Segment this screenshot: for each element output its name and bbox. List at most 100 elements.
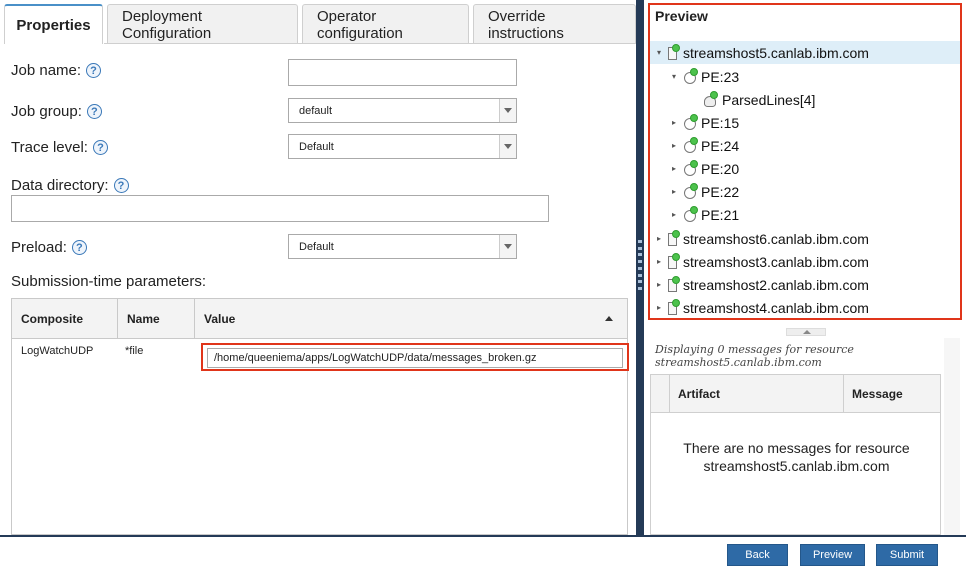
- footer-bar: Back Preview Submit: [0, 537, 966, 570]
- pe-status-icon: [683, 206, 700, 223]
- host-status-icon: [667, 44, 681, 61]
- tree-expander-icon[interactable]: ▸: [669, 187, 679, 196]
- tree-item-label: streamshost6.canlab.ibm.com: [683, 230, 869, 247]
- help-icon[interactable]: ?: [92, 140, 108, 155]
- help-icon[interactable]: ?: [71, 240, 87, 255]
- trace-level-label: Trace level: ?: [11, 139, 108, 156]
- data-directory-label: Data directory: ?: [11, 177, 129, 194]
- trace-level-select[interactable]: Default: [288, 134, 517, 159]
- help-icon[interactable]: ?: [86, 104, 102, 119]
- vertical-splitter[interactable]: [636, 0, 644, 535]
- tree-item-label: PE:15: [701, 114, 740, 131]
- tab-properties[interactable]: Properties: [4, 4, 103, 44]
- tree-expander-icon[interactable]: ▾: [669, 72, 679, 81]
- column-header-name[interactable]: Name: [118, 299, 195, 338]
- pe-status-icon: [683, 160, 700, 177]
- preload-select[interactable]: Default: [288, 234, 517, 259]
- name-cell: *file: [125, 345, 144, 357]
- submission-params-title: Submission-time parameters:: [11, 273, 207, 290]
- column-header-message[interactable]: Message: [844, 375, 940, 412]
- composite-cell: LogWatchUDP: [21, 345, 94, 357]
- host-status-icon: [667, 230, 681, 247]
- tree-item-pe[interactable]: ▸ PE:15: [650, 111, 960, 134]
- tree-item-label: PE:20: [701, 160, 740, 177]
- pe-status-icon: [683, 183, 700, 200]
- chevron-down-icon[interactable]: [499, 99, 516, 122]
- submission-params-table: Composite Name Value LogWatchUDP *file /…: [11, 298, 629, 535]
- job-group-text: Job group:: [11, 103, 82, 120]
- scrollbar[interactable]: [944, 338, 960, 535]
- tab-bar: Properties Deployment Configuration Oper…: [4, 4, 636, 44]
- chevron-down-icon[interactable]: [499, 135, 516, 158]
- tree-item-host[interactable]: ▸ streamshost3.canlab.ibm.com: [650, 250, 960, 273]
- column-header-value-text: Value: [204, 311, 236, 326]
- tree-item-label: ParsedLines[4]: [722, 91, 816, 108]
- trace-level-value: Default: [299, 140, 334, 153]
- grip-handle-icon[interactable]: [637, 240, 643, 290]
- empty-state-text: There are no messages for resource strea…: [683, 440, 910, 474]
- trace-level-text: Trace level:: [11, 139, 88, 156]
- job-properties-panel: Properties Deployment Configuration Oper…: [0, 0, 636, 535]
- column-header-composite[interactable]: Composite: [12, 299, 118, 338]
- column-header-artifact[interactable]: Artifact: [669, 375, 844, 412]
- preview-button[interactable]: Preview: [800, 544, 865, 566]
- tree-expander-icon[interactable]: ▸: [654, 234, 664, 243]
- preload-label: Preload: ?: [11, 239, 87, 256]
- tree-item-host[interactable]: ▾ streamshost5.canlab.ibm.com: [650, 41, 960, 64]
- sort-ascending-icon[interactable]: [605, 316, 613, 321]
- tree-item-label: PE:23: [701, 68, 740, 85]
- tree-item-label: streamshost4.canlab.ibm.com: [683, 299, 869, 316]
- pe-status-icon: [683, 68, 700, 85]
- tree-expander-icon[interactable]: ▾: [654, 48, 664, 57]
- tree-item-pe[interactable]: ▸ PE:24: [650, 134, 960, 157]
- data-directory-text: Data directory:: [11, 177, 109, 194]
- tree-expander-icon[interactable]: ▸: [669, 210, 679, 219]
- tree-item-host[interactable]: ▸ streamshost6.canlab.ibm.com: [650, 227, 960, 250]
- tree-item-label: streamshost5.canlab.ibm.com: [683, 44, 869, 61]
- messages-table: Artifact Message There are no messages f…: [650, 374, 941, 535]
- chevron-down-icon[interactable]: [499, 235, 516, 258]
- tree-expander-icon[interactable]: ▸: [654, 280, 664, 289]
- tab-operator-configuration[interactable]: Operator configuration: [302, 4, 469, 44]
- job-name-input[interactable]: [288, 59, 517, 86]
- preview-title: Preview: [655, 8, 708, 24]
- tab-deployment-configuration[interactable]: Deployment Configuration: [107, 4, 298, 44]
- submit-button[interactable]: Submit: [876, 544, 938, 566]
- preload-text: Preload:: [11, 239, 67, 256]
- tree-item-operator[interactable]: ParsedLines[4]: [650, 88, 960, 111]
- pe-status-icon: [683, 137, 700, 154]
- tree-item-pe[interactable]: ▸ PE:20: [650, 157, 960, 180]
- file-value-input[interactable]: /home/queeniema/apps/LogWatchUDP/data/me…: [207, 348, 623, 368]
- job-group-select[interactable]: default: [288, 98, 517, 123]
- collapse-handle[interactable]: [786, 328, 826, 336]
- tree-item-host[interactable]: ▸ streamshost4.canlab.ibm.com: [650, 296, 960, 318]
- tree-item-pe[interactable]: ▸ PE:22: [650, 180, 960, 203]
- tree-item-pe[interactable]: ▾ PE:23: [650, 65, 960, 88]
- tree-item-label: PE:21: [701, 206, 740, 223]
- help-icon[interactable]: ?: [86, 63, 102, 78]
- host-status-icon: [667, 276, 681, 293]
- job-group-label: Job group: ?: [11, 103, 102, 120]
- tree-item-host[interactable]: ▸ streamshost2.canlab.ibm.com: [650, 273, 960, 296]
- host-status-icon: [667, 253, 681, 270]
- tree-expander-icon[interactable]: ▸: [654, 257, 664, 266]
- job-group-value: default: [299, 104, 333, 117]
- tree-expander-icon[interactable]: ▸: [669, 118, 679, 127]
- job-name-label: Job name: ?: [11, 62, 102, 79]
- data-directory-input[interactable]: [11, 195, 549, 222]
- tree-item-label: PE:24: [701, 137, 740, 154]
- tree-expander-icon[interactable]: ▸: [669, 141, 679, 150]
- help-icon[interactable]: ?: [113, 178, 129, 193]
- table-header: Artifact Message: [651, 375, 940, 413]
- tree-expander-icon[interactable]: ▸: [669, 164, 679, 173]
- tab-override-instructions[interactable]: Override instructions: [473, 4, 636, 44]
- messages-panel: Displaying 0 messages for resource strea…: [650, 338, 962, 535]
- column-header-value[interactable]: Value: [195, 299, 627, 338]
- back-button[interactable]: Back: [727, 544, 788, 566]
- tree-expander-icon[interactable]: ▸: [654, 303, 664, 312]
- tree-item-label: PE:22: [701, 183, 740, 200]
- tree-item-label: streamshost2.canlab.ibm.com: [683, 276, 869, 293]
- table-header: Composite Name Value: [12, 299, 627, 339]
- messages-caption: Displaying 0 messages for resource strea…: [655, 343, 854, 369]
- tree-item-pe[interactable]: ▸ PE:21: [650, 203, 960, 226]
